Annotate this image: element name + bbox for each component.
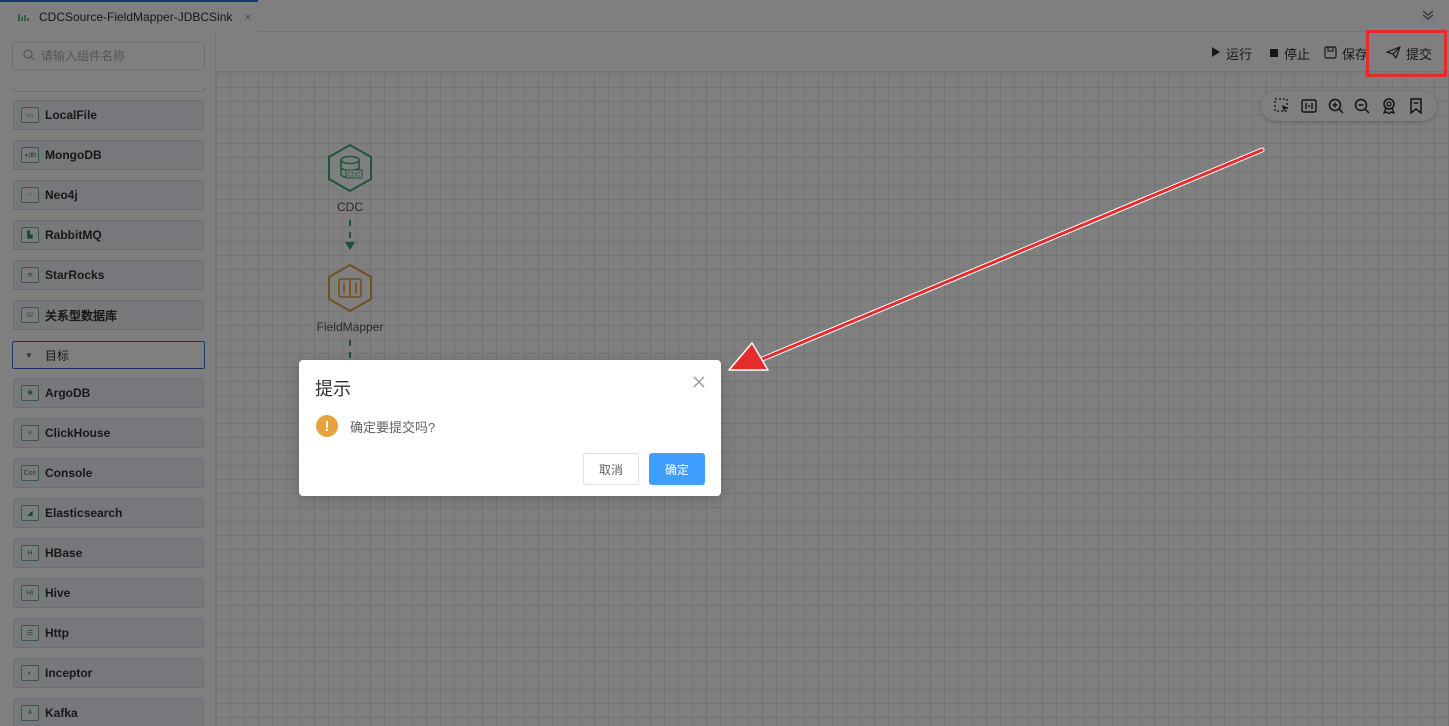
modal-overlay <box>0 0 1449 726</box>
dialog-title: 提示 <box>315 379 351 399</box>
cancel-button[interactable]: 取消 <box>583 453 639 485</box>
close-icon[interactable] <box>691 374 707 390</box>
dialog-message: 确定要提交吗? <box>350 419 436 435</box>
annotation-highlight-box <box>1366 30 1447 77</box>
dialog-body: ! 确定要提交吗? <box>316 415 435 437</box>
confirm-dialog: 提示 ! 确定要提交吗? 取消 确定 <box>299 360 721 496</box>
confirm-button[interactable]: 确定 <box>649 453 705 485</box>
warning-icon: ! <box>316 415 338 437</box>
